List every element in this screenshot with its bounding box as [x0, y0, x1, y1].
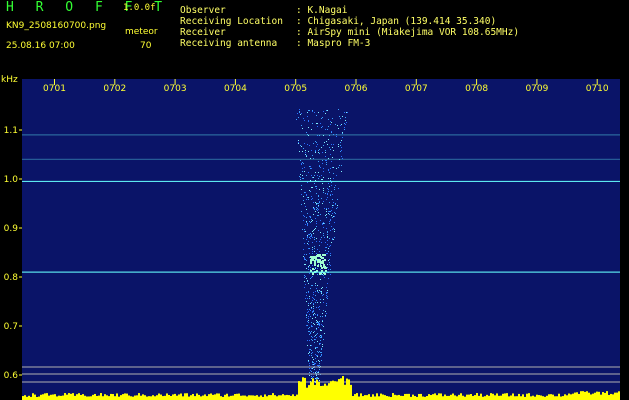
x-tick-label-0708: 0708 [465, 84, 488, 94]
version-label: 1.0.0f [123, 3, 156, 13]
plot-type-label: meteor [125, 27, 158, 37]
y-tick-label-0.8: 0.8 [4, 273, 19, 283]
y-axis: 1.1 1.0 0.9 0.8 0.7 0.6 [4, 126, 22, 381]
x-tick-label-0709: 0709 [525, 84, 548, 94]
y-tick-label-1.1: 1.1 [4, 126, 18, 136]
x-tick-label-0710: 0710 [586, 84, 609, 94]
receiver-label: Receiver [180, 27, 226, 38]
observer-label: Observer [180, 5, 226, 16]
x-tick-label-0704: 0704 [224, 84, 247, 94]
x-tick-label-0701: 0701 [43, 84, 66, 94]
x-tick-label-0705: 0705 [284, 84, 307, 94]
y-tick-label-0.9: 0.9 [4, 224, 19, 234]
count-label: 70 [140, 41, 152, 51]
spectrogram-plot: 0701 0702 0703 0704 0705 0706 0707 0708 0709 0710 [22, 79, 620, 400]
x-tick-label-0702: 0702 [103, 84, 126, 94]
antenna-label: Receiving antenna [180, 38, 278, 49]
x-tick-label-0706: 0706 [345, 84, 368, 94]
observer-value: : K.Nagai [296, 5, 348, 16]
antenna-value: : Maspro FM-3 [296, 38, 371, 49]
y-tick-label-1.0: 1.0 [4, 175, 19, 185]
spectrogram-svg: 0701 0702 0703 0704 0705 0706 0707 0708 0709 0710 [22, 79, 620, 400]
y-tick-label-0.7: 0.7 [4, 322, 18, 332]
x-tick-label-0707: 0707 [405, 84, 428, 94]
hrofft-window: H R O F F T 1.0.0f KN9_2508160700.png me… [0, 0, 629, 400]
header-panel: H R O F F T 1.0.0f KN9_2508160700.png me… [0, 0, 629, 74]
x-tick-label-0703: 0703 [164, 84, 187, 94]
location-label: Receiving Location [180, 16, 283, 27]
receiver-value: : AirSpy mini (Miakejima VOR 108.65MHz) [296, 27, 520, 38]
y-tick-label-0.6: 0.6 [4, 371, 19, 381]
location-value: : Chigasaki, Japan (139.414 35.340) [296, 16, 497, 27]
